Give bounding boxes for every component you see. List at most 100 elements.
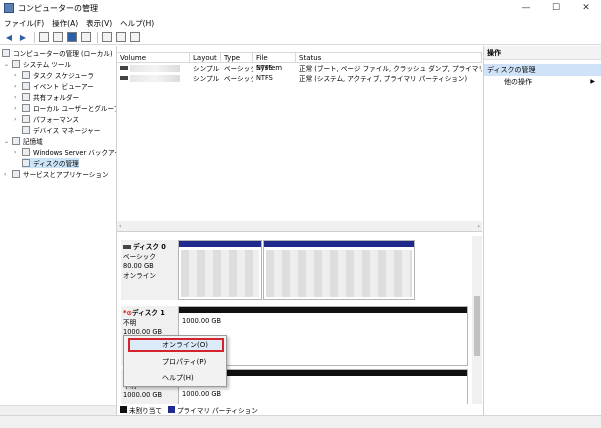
maximize-button[interactable]: ☐ [541, 0, 571, 16]
context-menu-online[interactable]: オンライン(O) [128, 338, 224, 352]
actions-header: 操作 [484, 46, 601, 60]
column-type[interactable]: Type [221, 53, 253, 63]
primary-partition-bar [264, 241, 414, 247]
properties-icon[interactable] [80, 32, 92, 43]
tree-item-services[interactable]: › サービスとアプリケーション [4, 169, 109, 179]
chevron-down-icon[interactable]: ⌄ [4, 61, 12, 68]
table-row[interactable]: シンプル ベーシック NTFS 正常 (ブート, ページ ファイル, クラッシュ… [117, 63, 482, 73]
primary-partition-swatch [167, 406, 175, 413]
performance-icon [22, 115, 30, 123]
disk-vertical-scrollbar[interactable] [472, 236, 482, 404]
scroll-right-icon[interactable]: › [478, 223, 480, 230]
show-tree-icon[interactable] [52, 32, 64, 43]
tree-item-label: Windows Server バックアー [33, 149, 117, 157]
menu-help[interactable]: ヘルプ(H) [120, 18, 154, 29]
minimize-button[interactable]: — [511, 0, 541, 16]
cell-type: ベーシック [224, 65, 253, 73]
tree-item-storage[interactable]: ⌄ 記憶域 [4, 136, 43, 146]
up-folder-icon[interactable] [38, 32, 50, 43]
actions-pane: 操作 ディスクの管理 他の操作 ▶ [483, 46, 601, 415]
action-label: 他の操作 [504, 78, 532, 86]
connect-icon[interactable] [101, 32, 113, 43]
help-icon[interactable] [66, 32, 78, 43]
disk-name: ディスク 0 [133, 243, 166, 251]
disk-state: オンライン [123, 271, 156, 280]
disk-0-label[interactable]: ディスク 0 ベーシック 80.00 GB オンライン [121, 240, 178, 300]
table-row[interactable]: シンプル ベーシック NTFS 正常 (システム, アクティブ, プライマリ パ… [117, 73, 482, 83]
toolbar: ◀ ▶ [0, 30, 601, 45]
legend: 未割り当て プライマリ パーティション [117, 404, 482, 415]
cell-status: 正常 (ブート, ページ ファイル, クラッシュ ダンプ, プライマリ パーティ… [299, 65, 482, 73]
forward-arrow-icon[interactable]: ▶ [17, 32, 29, 43]
tree-item-windows-backup[interactable]: › Windows Server バックアー [14, 147, 117, 157]
cell-file-system: NTFS [256, 74, 273, 82]
redacted-volume-name [130, 74, 180, 82]
legend-primary-partition: プライマリ パーティション [176, 406, 258, 415]
tree-item-label: ローカル ユーザーとグループ [33, 105, 117, 113]
tree-horizontal-scrollbar[interactable] [0, 405, 116, 415]
chevron-right-icon[interactable]: › [14, 149, 22, 156]
menu-action[interactable]: 操作(A) [52, 18, 78, 29]
tree-item-shared-folders[interactable]: › 共有フォルダー [14, 92, 79, 102]
check-icon[interactable] [115, 32, 127, 43]
volume-icon [120, 66, 128, 70]
legend-unallocated: 未割り当て [129, 406, 162, 415]
tree-item-event-viewer[interactable]: › イベント ビューアー [14, 81, 94, 91]
chevron-right-icon[interactable]: › [14, 72, 22, 79]
disk-0-partition-1[interactable] [178, 240, 262, 300]
column-layout[interactable]: Layout [190, 53, 221, 63]
disk-icon [123, 245, 131, 249]
chevron-down-icon[interactable]: ⌄ [4, 138, 12, 145]
tree-item-local-users[interactable]: › ローカル ユーザーとグループ [14, 103, 117, 113]
cell-status: 正常 (システム, アクティブ, プライマリ パーティション) [299, 75, 468, 83]
window-title: コンピューターの管理 [18, 3, 98, 13]
column-status[interactable]: Status [296, 53, 482, 63]
redacted-partition-info [181, 250, 259, 297]
cell-layout: シンプル [193, 65, 220, 73]
volume-horizontal-scrollbar[interactable]: ‹ › [117, 221, 482, 231]
tree-item-label: パフォーマンス [33, 116, 80, 124]
chevron-right-icon[interactable]: › [14, 105, 22, 112]
disk-size: 1000.00 GB [123, 391, 162, 399]
menu-file[interactable]: ファイル(F) [4, 18, 44, 29]
tree-item-label: デバイス マネージャー [33, 127, 101, 135]
disk-0-partition-2[interactable] [263, 240, 415, 300]
chevron-right-icon[interactable]: › [14, 116, 22, 123]
chevron-right-icon[interactable]: › [14, 83, 22, 90]
tree-item-task-scheduler[interactable]: › タスク スケジューラ [14, 70, 94, 80]
toolbar-separator [34, 31, 35, 43]
scrollbar-thumb[interactable] [474, 296, 480, 356]
disk-kind: 不明 [123, 318, 137, 327]
disk-kind: ベーシック [123, 252, 156, 261]
chevron-right-icon[interactable]: › [14, 94, 22, 101]
tree-item-label: コンピューターの管理 (ローカル) [13, 50, 113, 58]
column-volume[interactable]: Volume [117, 53, 190, 63]
settings-icon[interactable] [129, 32, 141, 43]
redacted-volume-name [130, 64, 180, 72]
action-disk-management[interactable]: ディスクの管理 [484, 64, 601, 76]
tree-item-system-tools[interactable]: ⌄ システム ツール [4, 59, 71, 69]
chevron-right-icon[interactable]: › [4, 171, 12, 178]
tree-item-device-manager[interactable]: デバイス マネージャー [22, 125, 100, 135]
scroll-left-icon[interactable]: ‹ [119, 223, 121, 230]
context-menu-properties[interactable]: プロパティ(P) [128, 355, 224, 369]
tools-icon [12, 60, 20, 68]
back-arrow-icon[interactable]: ◀ [3, 32, 15, 43]
tree-item-performance[interactable]: › パフォーマンス [14, 114, 79, 124]
tree-item-label: イベント ビューアー [33, 83, 94, 91]
status-bar [0, 415, 601, 428]
volume-icon [120, 76, 128, 80]
volume-list: Volume Layout Type File System Status シン… [117, 46, 482, 232]
shared-folder-icon [22, 93, 30, 101]
menu-view[interactable]: 表示(V) [86, 18, 112, 29]
tree-item-disk-management[interactable]: ディスクの管理 [22, 158, 79, 168]
context-menu-help[interactable]: ヘルプ(H) [128, 371, 224, 385]
disk-size: 80.00 GB [123, 262, 154, 270]
redacted-partition-info [266, 250, 412, 297]
column-file-system[interactable]: File System [253, 53, 296, 72]
disk-name: ディスク 1 [131, 309, 165, 317]
action-other-operations[interactable]: 他の操作 ▶ [484, 76, 601, 88]
close-button[interactable]: ✕ [571, 0, 601, 16]
window-controls: — ☐ ✕ [511, 0, 601, 16]
tree-item-root[interactable]: コンピューターの管理 (ローカル) [2, 48, 113, 58]
